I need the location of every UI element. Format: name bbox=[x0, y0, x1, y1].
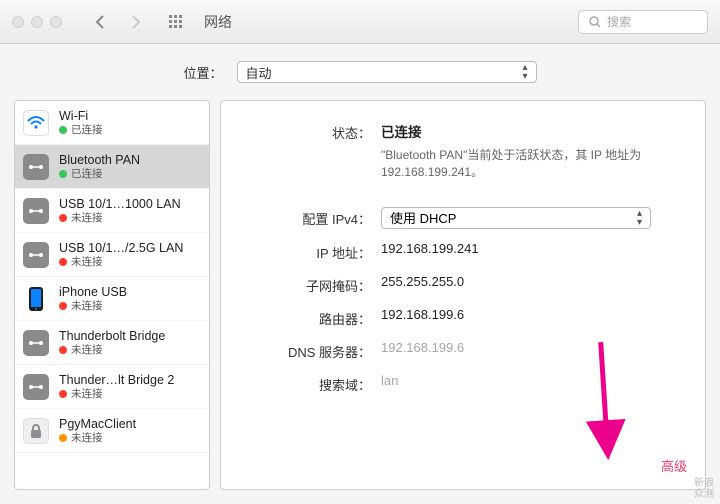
traffic-lights bbox=[12, 16, 62, 28]
detail-row: IP 地址：192.168.199.241 bbox=[231, 241, 685, 262]
location-label: 位置： bbox=[183, 63, 222, 82]
item-status: 未连接 bbox=[59, 300, 127, 313]
phone-icon bbox=[23, 286, 49, 312]
chevron-updown-icon: ▴▾ bbox=[522, 63, 527, 81]
eth-icon bbox=[23, 154, 49, 180]
item-name: Wi-Fi bbox=[59, 109, 103, 124]
item-status: 已连接 bbox=[59, 124, 103, 137]
sidebar-item[interactable]: Bluetooth PAN已连接 bbox=[15, 145, 209, 189]
sidebar-item[interactable]: PgyMacClient未连接 bbox=[15, 409, 209, 453]
detail-label: DNS 服务器： bbox=[231, 340, 381, 361]
detail-value: 192.168.199.241 bbox=[381, 241, 685, 256]
lock-icon bbox=[23, 418, 49, 444]
location-popup[interactable]: 自动 ▴▾ bbox=[237, 61, 537, 83]
close-dot[interactable] bbox=[12, 16, 24, 28]
eth-icon bbox=[23, 198, 49, 224]
item-name: Bluetooth PAN bbox=[59, 153, 140, 168]
window-title: 网络 bbox=[204, 12, 232, 32]
sidebar-item[interactable]: iPhone USB未连接 bbox=[15, 277, 209, 321]
chevron-updown-icon: ▴▾ bbox=[637, 209, 642, 227]
detail-value: 192.168.199.6 bbox=[381, 307, 685, 322]
status-dot bbox=[59, 126, 67, 134]
status-dot bbox=[59, 434, 67, 442]
sidebar-item[interactable]: USB 10/1…1000 LAN未连接 bbox=[15, 189, 209, 233]
status-dot bbox=[59, 390, 67, 398]
item-status: 未连接 bbox=[59, 388, 174, 401]
detail-panel: 状态： 已连接 "Bluetooth PAN"当前处于活跃状态，其 IP 地址为… bbox=[220, 100, 706, 490]
wifi-icon bbox=[23, 110, 49, 136]
status-dot bbox=[59, 170, 67, 178]
status-dot bbox=[59, 346, 67, 354]
sidebar-item[interactable]: Thunder…lt Bridge 2未连接 bbox=[15, 365, 209, 409]
item-name: Thunderbolt Bridge bbox=[59, 329, 165, 344]
status-dot bbox=[59, 258, 67, 266]
item-name: Thunder…lt Bridge 2 bbox=[59, 373, 174, 388]
detail-row: 路由器：192.168.199.6 bbox=[231, 307, 685, 328]
forward-button[interactable] bbox=[122, 10, 150, 34]
status-dot bbox=[59, 214, 67, 222]
eth-icon bbox=[23, 242, 49, 268]
show-all-button[interactable] bbox=[162, 10, 190, 34]
status-dot bbox=[59, 302, 67, 310]
location-value: 自动 bbox=[246, 63, 272, 82]
sidebar-item[interactable]: Wi-Fi已连接 bbox=[15, 101, 209, 145]
item-name: PgyMacClient bbox=[59, 417, 136, 432]
titlebar: 网络 搜索 bbox=[0, 0, 720, 44]
network-sidebar: Wi-Fi已连接Bluetooth PAN已连接USB 10/1…1000 LA… bbox=[14, 100, 210, 490]
detail-row: 子网掩码：255.255.255.0 bbox=[231, 274, 685, 295]
status-sub: "Bluetooth PAN"当前处于活跃状态，其 IP 地址为 192.168… bbox=[381, 147, 685, 181]
detail-label: 搜索域： bbox=[231, 373, 381, 394]
status-row: 状态： 已连接 "Bluetooth PAN"当前处于活跃状态，其 IP 地址为… bbox=[231, 121, 685, 181]
min-dot[interactable] bbox=[31, 16, 43, 28]
search-placeholder: 搜索 bbox=[607, 13, 631, 30]
item-name: iPhone USB bbox=[59, 285, 127, 300]
detail-row: 配置 IPv4：使用 DHCP▴▾ bbox=[231, 207, 685, 229]
eth-icon bbox=[23, 374, 49, 400]
config-ipv4-popup[interactable]: 使用 DHCP▴▾ bbox=[381, 207, 651, 229]
prefs-window: 网络 搜索 位置： 自动 ▴▾ Wi-Fi已连接Bluetooth PAN已连接… bbox=[0, 0, 720, 504]
zoom-dot[interactable] bbox=[50, 16, 62, 28]
sidebar-item[interactable]: Thunderbolt Bridge未连接 bbox=[15, 321, 209, 365]
back-button[interactable] bbox=[86, 10, 114, 34]
status-value: 已连接 bbox=[381, 121, 685, 141]
detail-label: 路由器： bbox=[231, 307, 381, 328]
body: Wi-Fi已连接Bluetooth PAN已连接USB 10/1…1000 LA… bbox=[0, 100, 720, 504]
detail-label: 配置 IPv4： bbox=[231, 207, 381, 228]
eth-icon bbox=[23, 330, 49, 356]
detail-value: 255.255.255.0 bbox=[381, 274, 685, 289]
item-status: 未连接 bbox=[59, 256, 183, 269]
item-status: 未连接 bbox=[59, 344, 165, 357]
status-label: 状态： bbox=[231, 121, 381, 142]
item-status: 未连接 bbox=[59, 432, 136, 445]
advanced-button[interactable]: 高级 bbox=[661, 456, 687, 475]
item-status: 未连接 bbox=[59, 212, 181, 225]
location-row: 位置： 自动 ▴▾ bbox=[0, 44, 720, 100]
search-field[interactable]: 搜索 bbox=[578, 10, 708, 34]
detail-label: 子网掩码： bbox=[231, 274, 381, 295]
sidebar-item[interactable]: USB 10/1…/2.5G LAN未连接 bbox=[15, 233, 209, 277]
item-name: USB 10/1…/2.5G LAN bbox=[59, 241, 183, 256]
item-status: 已连接 bbox=[59, 168, 140, 181]
item-name: USB 10/1…1000 LAN bbox=[59, 197, 181, 212]
detail-label: IP 地址： bbox=[231, 241, 381, 262]
search-icon bbox=[589, 16, 601, 28]
